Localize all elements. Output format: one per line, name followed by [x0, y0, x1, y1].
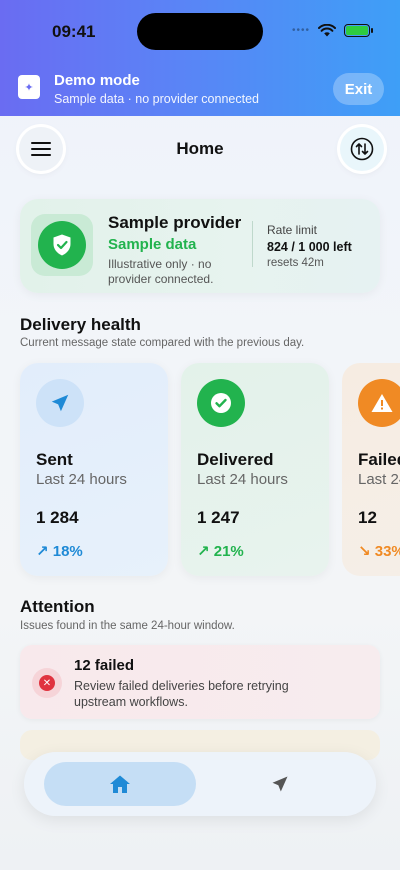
metric-card-failed-clip: Failed Last 24 hours 12 ↘ 33%	[342, 363, 400, 576]
rate-limit-reset: resets 42m	[267, 257, 324, 269]
rate-limit-label: Rate limit	[267, 223, 318, 237]
status-icons: ••••	[291, 24, 373, 37]
metric-value: 1 284	[36, 508, 79, 527]
provider-status: Sample data	[108, 236, 197, 253]
metric-name: Delivered	[197, 450, 274, 469]
metric-value: 12	[358, 508, 377, 527]
provider-icon-wrap	[31, 214, 93, 276]
demo-sparkle-icon: ✦	[18, 75, 40, 99]
swap-arrows-icon	[350, 137, 374, 161]
shield-check-icon	[53, 234, 71, 256]
wifi-icon	[318, 24, 336, 37]
metric-change: ↘ 33%	[358, 543, 400, 560]
delivery-health-subtitle: Current message state compared with the …	[20, 337, 305, 349]
send-icon	[272, 776, 288, 792]
metric-period: Last 24 hours	[36, 471, 127, 488]
rate-limit-value: 824 / 1 000 left	[267, 240, 352, 254]
metric-period: Last 24 hours	[197, 471, 288, 488]
warning-icon	[358, 379, 400, 427]
signal-icon: ••••	[291, 25, 310, 36]
dynamic-island	[137, 13, 263, 50]
exit-demo-button[interactable]: Exit	[333, 73, 384, 105]
metric-change: ↗ 21%	[197, 543, 244, 560]
provider-name: Sample provider	[108, 213, 242, 232]
error-x-icon: ✕	[39, 675, 55, 691]
swap-button[interactable]	[340, 127, 384, 171]
metric-value: 1 247	[197, 508, 240, 527]
alert-title: 12 failed	[74, 657, 135, 674]
send-plane-icon	[36, 379, 84, 427]
demo-subtitle: Sample data · no provider connected	[54, 92, 259, 106]
alert-description: Review failed deliveries before retrying…	[74, 679, 289, 709]
home-icon	[110, 775, 130, 793]
metric-change: ↗ 18%	[36, 543, 83, 560]
attention-subtitle: Issues found in the same 24-hour window.	[20, 620, 235, 632]
divider	[252, 221, 253, 267]
metric-name: Failed	[358, 450, 400, 469]
provider-description: Illustrative only · no provider connecte…	[108, 257, 214, 286]
status-time: 09:41	[52, 22, 96, 41]
battery-icon	[344, 24, 373, 37]
tab-send[interactable]	[204, 762, 356, 806]
demo-title: Demo mode	[54, 72, 140, 89]
alert-icon-wrap: ✕	[32, 668, 62, 698]
metric-period: Last 24 hours	[358, 471, 400, 488]
tab-home[interactable]	[44, 762, 196, 806]
metric-name: Sent	[36, 450, 73, 469]
check-circle-icon	[197, 379, 245, 427]
delivery-health-title: Delivery health	[20, 315, 141, 334]
attention-title: Attention	[20, 597, 95, 616]
